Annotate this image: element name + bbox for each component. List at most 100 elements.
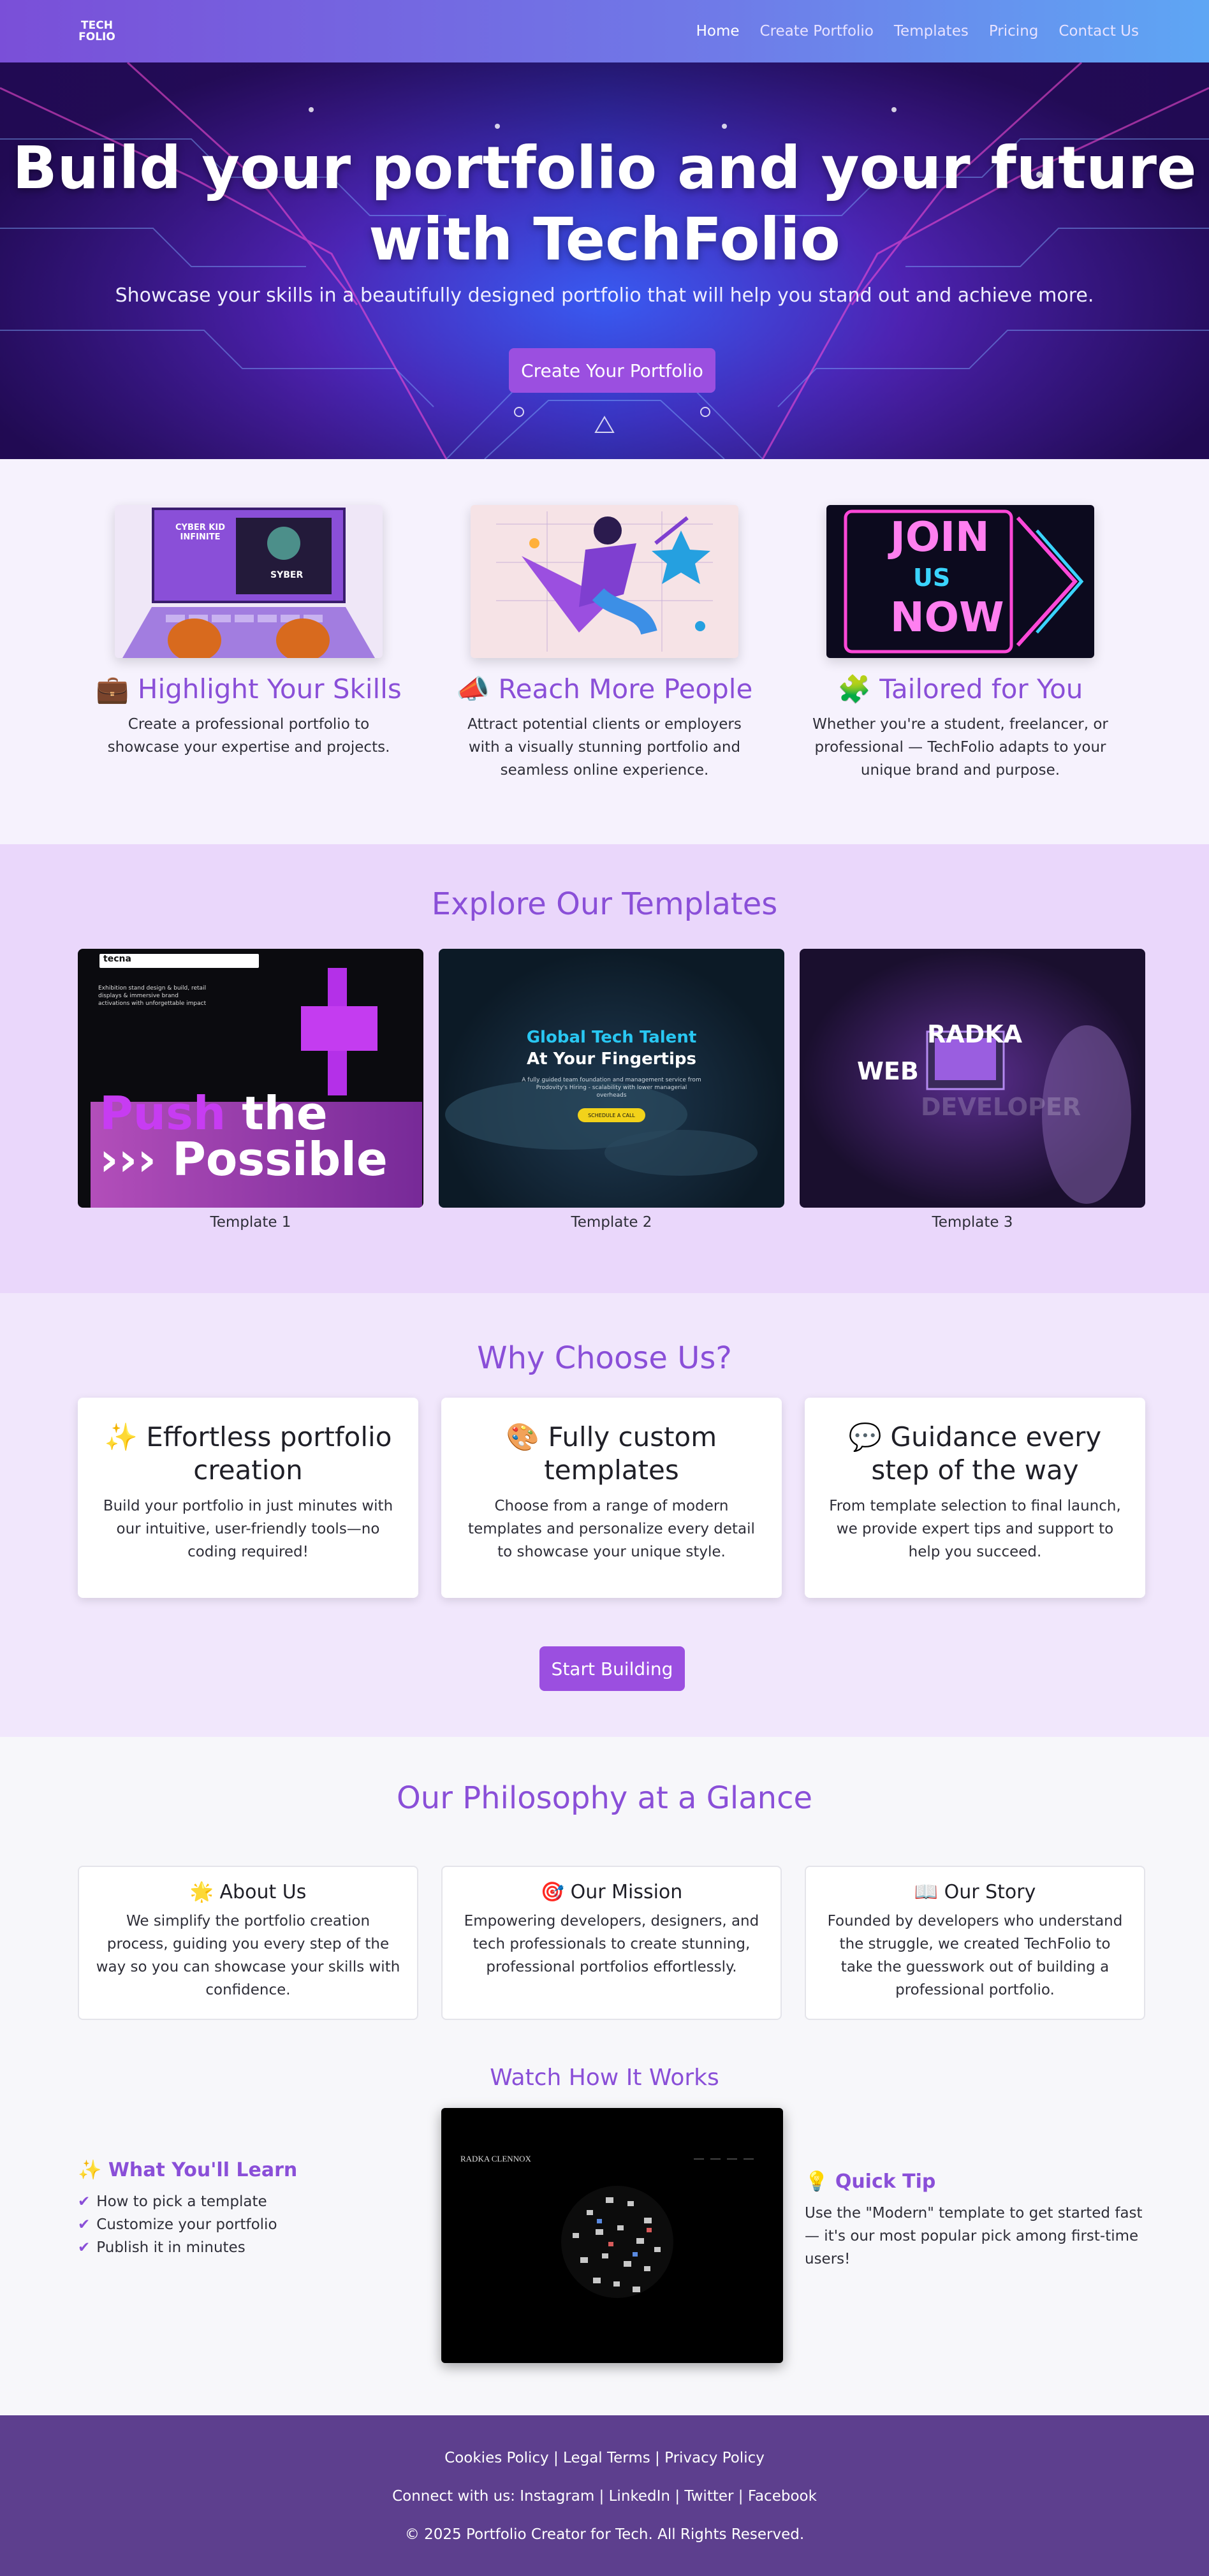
watch-title: Watch How It Works	[490, 2065, 719, 2091]
laptop-screen-title: CYBER KID INFINITE	[175, 523, 225, 542]
neon-us: US	[913, 564, 951, 592]
feature-tailored: JOIN US NOW 🧩 Tailored for You Whether y…	[795, 505, 1126, 782]
megaphone-illustration	[471, 505, 738, 658]
logo-line-2: FOLIO	[78, 31, 115, 43]
story-card: 📖 Our Story Founded by developers who un…	[805, 1866, 1145, 2020]
about-us-title: 🌟 About Us	[96, 1881, 400, 1903]
why-choose-us-section: Why Choose Us? ✨ Effortless portfolio cr…	[0, 1293, 1209, 1737]
template-2-cta[interactable]: SCHEDULE A CALL	[578, 1108, 645, 1122]
top-nav: TECH FOLIO Home Create Portfolio Templat…	[0, 0, 1209, 62]
join-us-now-sign: JOIN US NOW	[826, 505, 1094, 658]
tip-text: Use the "Modern" template to get started…	[805, 2205, 1143, 2267]
laptop-screen-label: SYBER	[270, 570, 304, 580]
story-title: 📖 Our Story	[823, 1881, 1127, 1903]
template-2-caption: Template 2	[571, 1214, 652, 1231]
template-2-headline-1: Global Tech Talent	[526, 1028, 697, 1047]
check-icon: ✔	[78, 2216, 91, 2233]
why-card-text: From template selection to final launch,…	[829, 1498, 1121, 1560]
why-card-title-text: Effortless portfolio creation	[146, 1421, 392, 1486]
neon-join: JOIN	[890, 514, 990, 561]
nav-templates-link[interactable]: Templates	[894, 23, 969, 40]
feature-text: Attract potential clients or employers w…	[467, 716, 742, 779]
feature-title: 💼 Highlight Your Skills	[83, 673, 414, 705]
learn-title-text: What You'll Learn	[108, 2159, 298, 2181]
why-card-title: ✨ Effortless portfolio creation	[97, 1421, 399, 1487]
learn-item: ✔ Customize your portfolio	[78, 2213, 297, 2236]
sparkles-icon: ✨	[78, 2159, 102, 2181]
about-us-text: We simplify the portfolio creation proce…	[96, 1913, 400, 1998]
how-it-works-video[interactable]: RADKA CLENNOX	[441, 2108, 783, 2363]
template-3-headline-web: WEB	[857, 1057, 919, 1085]
logo-line-1: TECH	[81, 19, 113, 32]
footer-copyright: © 2025 Portfolio Creator for Tech. All R…	[404, 2526, 805, 2543]
lightbulb-icon: 💡	[805, 2170, 829, 2193]
palette-icon: 🎨	[506, 1421, 540, 1453]
why-card-custom: 🎨 Fully custom templates Choose from a r…	[441, 1398, 782, 1598]
learn-item-text: Customize your portfolio	[96, 2216, 277, 2233]
what-youll-learn: ✨ What You'll Learn ✔ How to pick a templ…	[78, 2159, 297, 2259]
mission-title: 🎯 Our Mission	[459, 1881, 764, 1903]
tip-title-text: Quick Tip	[835, 2170, 936, 2193]
feature-reach-people: 📣 Reach More People Attract potential cl…	[439, 505, 770, 782]
template-2-preview[interactable]: Global Tech Talent At Your Fingertips A …	[439, 949, 784, 1208]
features-section: CYBER KID INFINITE SYBER 💼 Highlight You…	[0, 459, 1209, 844]
nav-pricing-link[interactable]: Pricing	[989, 23, 1039, 40]
check-icon: ✔	[78, 2239, 91, 2256]
template-3-preview[interactable]: RADKA WEB DEVELOPER	[800, 949, 1145, 1208]
quick-tip: 💡 Quick Tip Use the "Modern" template to…	[805, 2170, 1149, 2271]
star-icon: 🌟	[189, 1881, 214, 1903]
mission-title-text: Our Mission	[570, 1881, 683, 1903]
feature-title-text: Tailored for You	[879, 673, 1083, 705]
mission-card: 🎯 Our Mission Empowering developers, des…	[441, 1866, 782, 2020]
footer: Cookies Policy | Legal Terms | Privacy P…	[0, 2415, 1209, 2576]
learn-item-text: How to pick a template	[96, 2193, 267, 2210]
why-card-title: 💬 Guidance every step of the way	[824, 1421, 1126, 1487]
philosophy-section: Our Philosophy at a Glance 🌟 About Us We…	[0, 1737, 1209, 2415]
template-3-caption: Template 3	[932, 1214, 1013, 1231]
story-title-text: Our Story	[944, 1881, 1036, 1903]
templates-title: Explore Our Templates	[431, 886, 778, 922]
sparkles-icon: ✨	[104, 1421, 138, 1453]
nav-home-link[interactable]: Home	[696, 23, 740, 40]
feature-title: 🧩 Tailored for You	[795, 673, 1126, 705]
feature-title: 📣 Reach More People	[439, 673, 770, 705]
template-2-headline-2: At Your Fingertips	[527, 1050, 696, 1069]
why-card-title-text: Fully custom templates	[544, 1421, 717, 1486]
book-icon: 📖	[914, 1881, 939, 1903]
learn-item-text: Publish it in minutes	[96, 2239, 245, 2256]
footer-social-links[interactable]: Connect with us: Instagram | LinkedIn | …	[0, 2487, 1209, 2506]
about-us-title-text: About Us	[219, 1881, 307, 1903]
why-card-text: Choose from a range of modern templates …	[468, 1498, 755, 1560]
why-title: Why Choose Us?	[477, 1340, 732, 1376]
feature-highlight-skills: CYBER KID INFINITE SYBER 💼 Highlight You…	[83, 505, 414, 759]
template-1-blurb: Exhibition stand design & build, retail …	[98, 985, 207, 1007]
learn-item: ✔ Publish it in minutes	[78, 2236, 297, 2259]
nav-create-portfolio-link[interactable]: Create Portfolio	[760, 23, 874, 40]
template-3-headline-developer: DEVELOPER	[921, 1093, 1081, 1121]
hero-section: Build your portfolio and your future wit…	[0, 62, 1209, 459]
feature-title-text: Reach More People	[498, 673, 753, 705]
learn-title: ✨ What You'll Learn	[78, 2159, 297, 2181]
feature-title-text: Highlight Your Skills	[137, 673, 402, 705]
feature-text: Whether you're a student, freelancer, or…	[812, 716, 1108, 779]
why-card-title: 🎨 Fully custom templates	[460, 1421, 763, 1487]
start-building-button[interactable]: Start Building	[539, 1646, 685, 1691]
create-portfolio-button[interactable]: Create Your Portfolio	[509, 348, 715, 393]
learn-item: ✔ How to pick a template	[78, 2190, 297, 2213]
feature-text: Create a professional portfolio to showc…	[107, 716, 390, 756]
template-1-preview[interactable]: tecna Exhibition stand design & build, r…	[78, 949, 423, 1208]
footer-policy-links[interactable]: Cookies Policy | Legal Terms | Privacy P…	[0, 2448, 1209, 2468]
template-1-caption: Template 1	[210, 1214, 291, 1231]
neon-now: NOW	[890, 594, 1004, 641]
chevrons-icon: ›››	[99, 1132, 157, 1186]
template-1-headline-possible: Possible	[172, 1132, 388, 1186]
template-2-blurb: A fully guided team foundation and manag…	[522, 1077, 701, 1099]
techfolio-logo[interactable]: TECH FOLIO	[77, 11, 117, 52]
laptop-illustration: CYBER KID INFINITE SYBER	[115, 505, 383, 658]
tip-title: 💡 Quick Tip	[805, 2170, 1149, 2193]
story-text: Founded by developers who understand the…	[827, 1913, 1123, 1998]
speech-bubble-icon: 💬	[848, 1421, 883, 1453]
template-1-brand: tecna	[103, 954, 131, 964]
check-icon: ✔	[78, 2193, 91, 2210]
nav-contact-link[interactable]: Contact Us	[1059, 23, 1139, 40]
